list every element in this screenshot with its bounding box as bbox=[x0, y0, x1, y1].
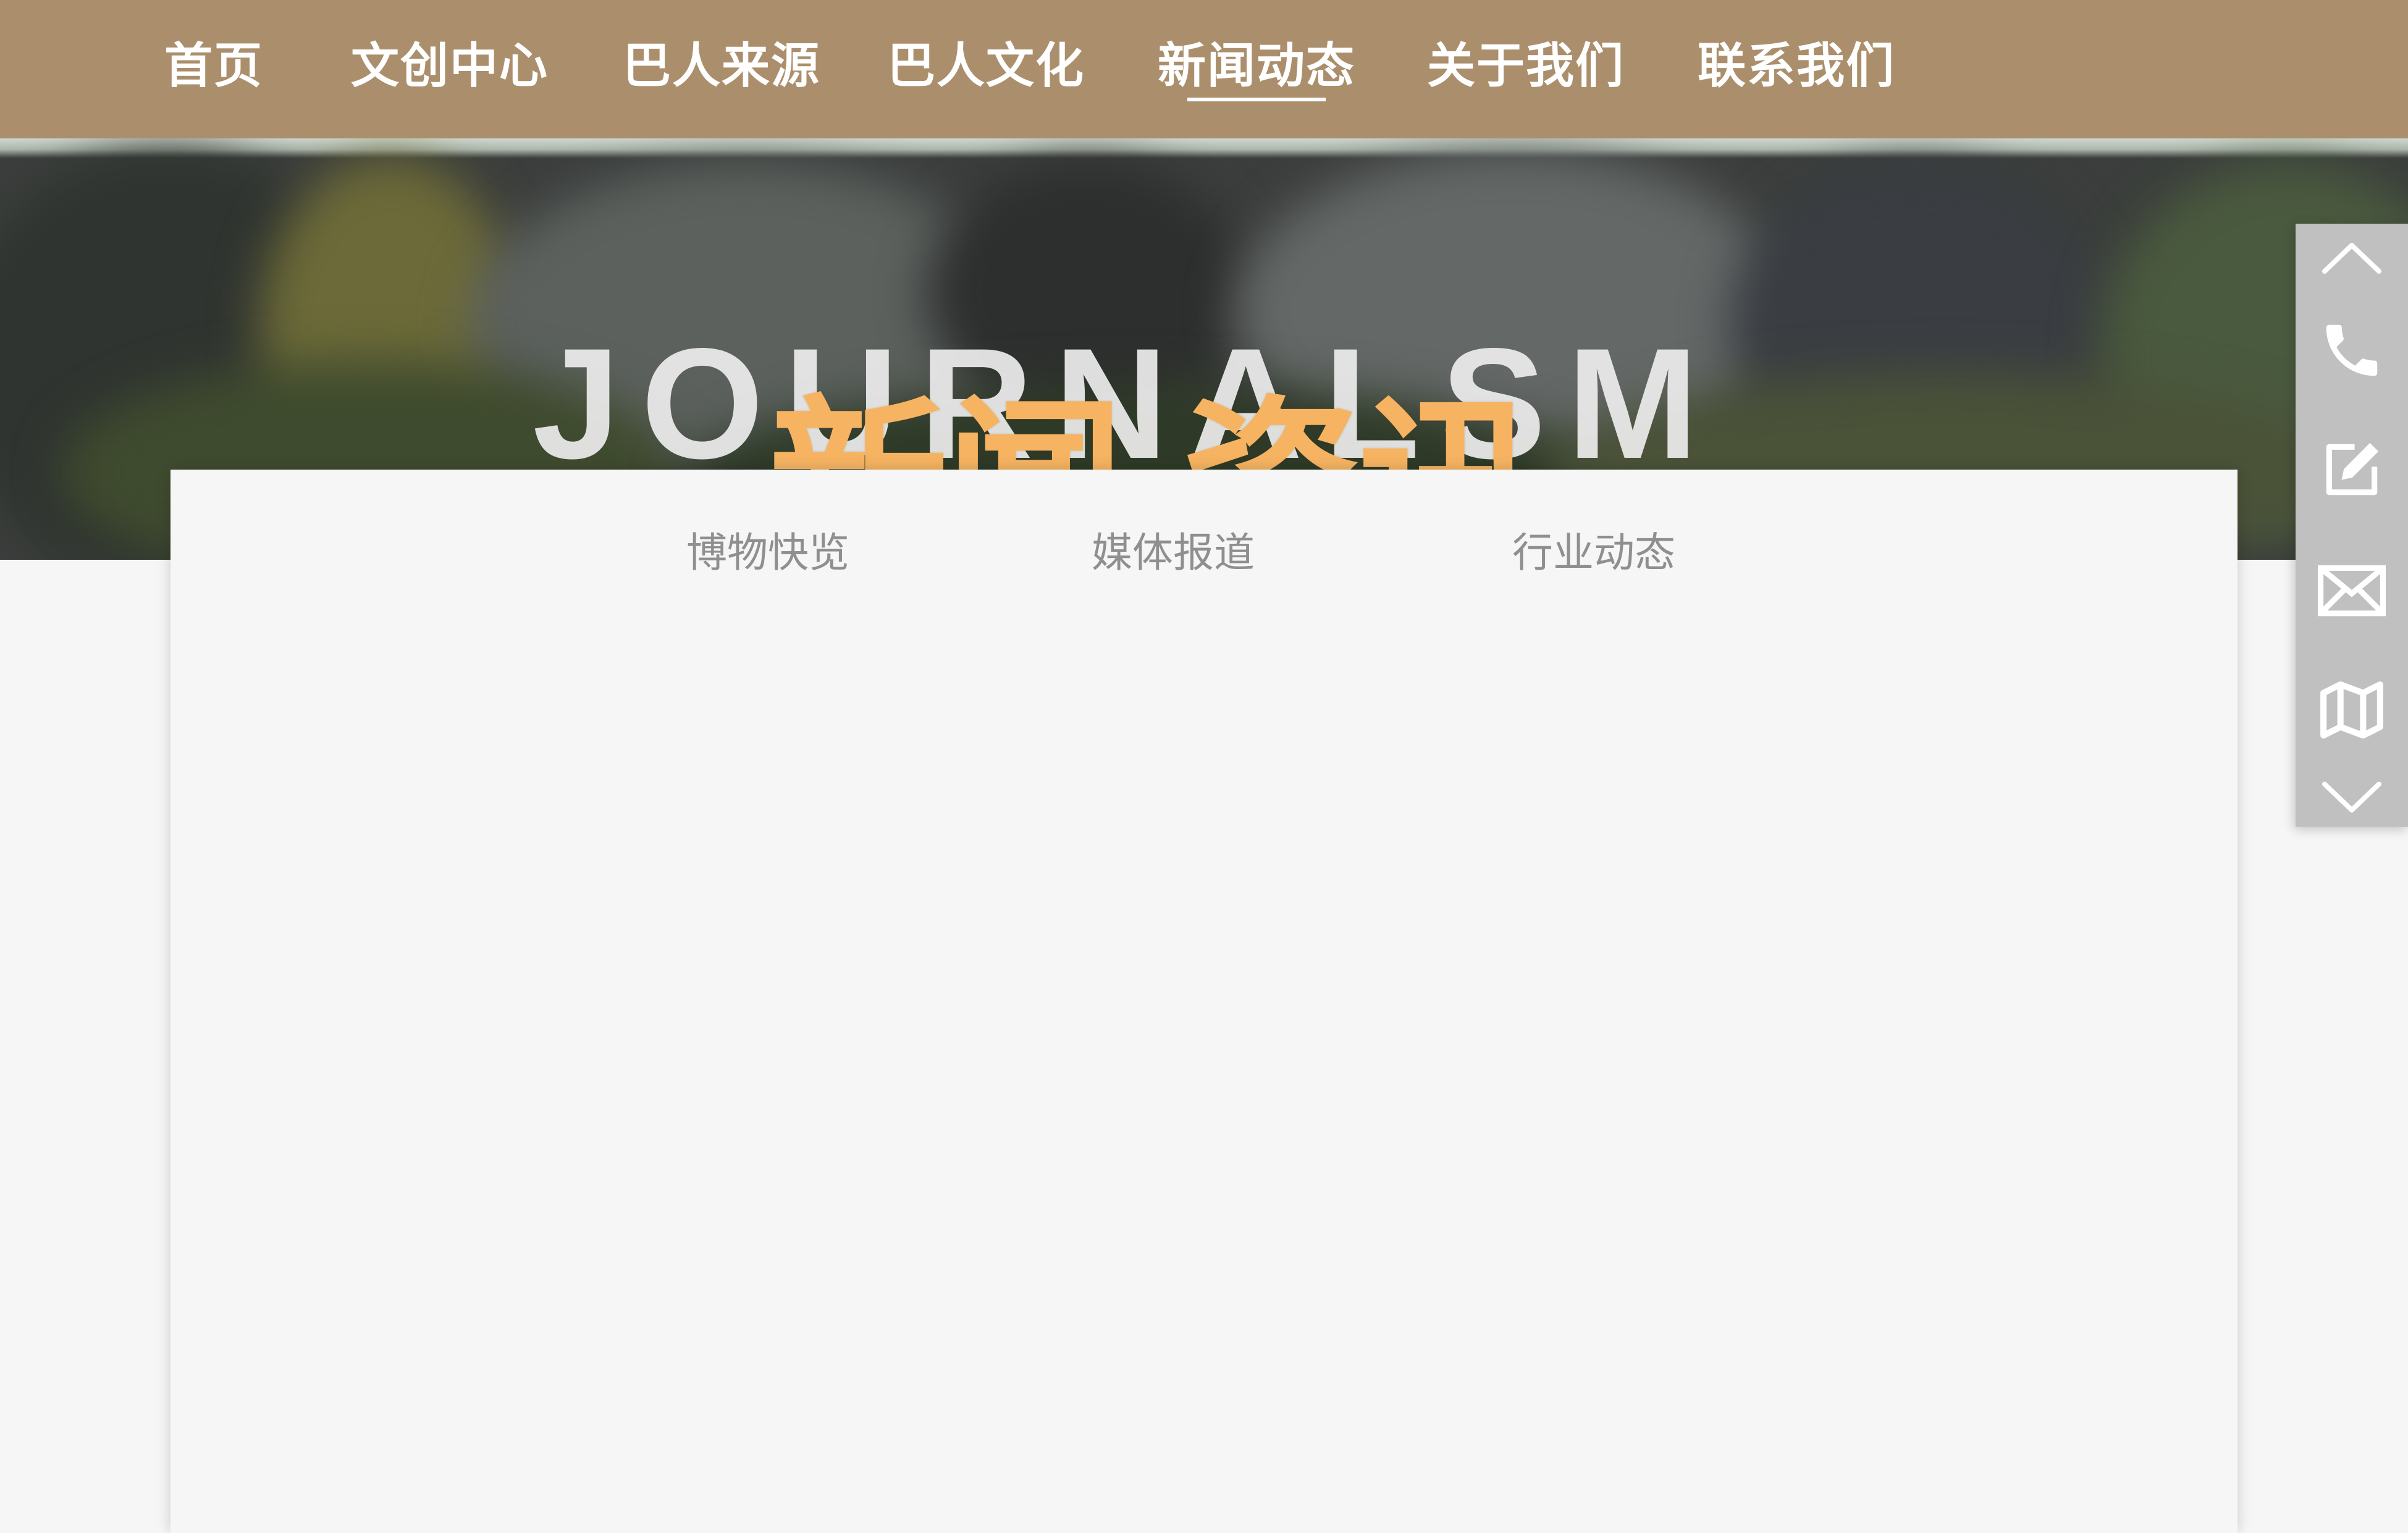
chevron-up-icon bbox=[2322, 243, 2381, 274]
nav-item-cultural-creative[interactable]: 文创中心 bbox=[351, 32, 549, 100]
subtab-media-coverage[interactable]: 媒体报道 bbox=[1092, 525, 1255, 581]
email-button[interactable] bbox=[2296, 530, 2408, 651]
news-content-panel: 博物快览 媒体报道 行业动态 bbox=[170, 470, 2238, 1533]
nav-item-ba-culture[interactable]: 巴人文化 bbox=[887, 32, 1085, 100]
subtab-museum-glance[interactable]: 博物快览 bbox=[686, 525, 849, 581]
map-icon bbox=[2320, 681, 2383, 739]
scroll-down-button[interactable] bbox=[2296, 769, 2408, 827]
phone-button[interactable] bbox=[2296, 292, 2408, 409]
subtab-industry-news[interactable]: 行业动态 bbox=[1512, 525, 1675, 581]
mail-icon bbox=[2318, 565, 2386, 617]
hero-top-strip bbox=[0, 138, 2408, 158]
scroll-up-button[interactable] bbox=[2296, 224, 2408, 292]
chevron-down-icon bbox=[2322, 782, 2381, 813]
nav-item-ba-origin[interactable]: 巴人来源 bbox=[623, 32, 820, 100]
nav-item-contact-us[interactable]: 联系我们 bbox=[1698, 32, 1895, 100]
floating-sidebar-toolbar bbox=[2296, 224, 2408, 827]
nav-item-news[interactable]: 新闻动态 bbox=[1158, 32, 1355, 101]
nav-item-about-us[interactable]: 关于我们 bbox=[1427, 32, 1625, 100]
map-button[interactable] bbox=[2296, 651, 2408, 769]
phone-icon bbox=[2326, 324, 2378, 376]
message-button[interactable] bbox=[2296, 409, 2408, 530]
nav-item-home[interactable]: 首页 bbox=[164, 32, 263, 100]
top-navigation-bar: 首页 文创中心 巴人来源 巴人文化 新闻动态 关于我们 联系我们 bbox=[0, 0, 2408, 138]
edit-icon bbox=[2326, 442, 2379, 496]
